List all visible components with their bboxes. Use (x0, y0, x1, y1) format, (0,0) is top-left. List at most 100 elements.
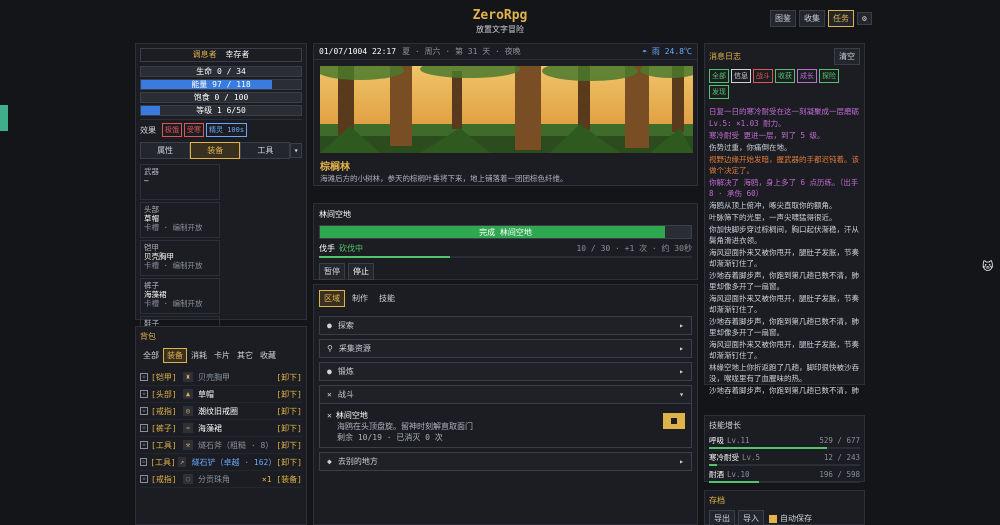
star-icon[interactable]: ☆ (140, 390, 148, 398)
bag-item[interactable]: ☆ [头部] ▲ 草帽 [卸下] (140, 386, 302, 403)
tab-skills[interactable]: 技能 (375, 291, 399, 306)
effect-badge[interactable]: 极饿 (162, 123, 182, 137)
bag-item-action[interactable]: ×1 [装备] (262, 474, 302, 485)
log-line: 沙地吞着脚步声，你跑到第几趟已数不清，肺里却像多开了一扇窗。 (709, 386, 859, 398)
activity-progress-label: 完成 林间空地 (479, 228, 532, 237)
enemy-remaining: 剩余 10/19 · 已消灭 0 次 (337, 433, 443, 442)
autosave-checkbox[interactable] (769, 514, 777, 523)
activity-progress: 完成 林间空地 (319, 225, 692, 239)
skill-value: 12 / 243 (823, 453, 860, 462)
star-icon[interactable]: ☆ (140, 424, 148, 432)
quest-button[interactable]: 任务 (828, 10, 854, 27)
skill-progress-fill (319, 256, 450, 258)
pause-button[interactable]: 暂停 (319, 263, 345, 280)
log-line: 伤势过重，你痛倒在地。 (709, 143, 792, 152)
stop-button[interactable]: 停止 (348, 263, 374, 280)
log-filter[interactable]: 战斗 (753, 69, 773, 83)
log-filter[interactable]: 信息 (731, 69, 751, 83)
log-line: 沙地吞着脚步声，你跑到第几趟已数不清，肺里却像多开了一扇窗。 (709, 317, 859, 337)
chevron-right-icon: ▸ (679, 321, 684, 330)
bag-item[interactable]: ☆ [戒指] ◎ 潮纹旧戒圈 [卸下] (140, 403, 302, 420)
bag-item[interactable]: ☆ [铠甲] ♜ 贝壳胸甲 [卸下] (140, 369, 302, 386)
bag-item-action[interactable]: [卸下] (276, 440, 302, 451)
item-type-icon: ▲ (183, 389, 193, 399)
tab-equipment[interactable]: 装备 (190, 142, 241, 159)
stat-bar: 饱食 0 / 100 (140, 92, 302, 103)
skill-progress (709, 464, 860, 466)
bag-item-action[interactable]: [卸下] (276, 423, 302, 434)
tab-craft[interactable]: 制作 (348, 291, 372, 306)
item-type-icon: ↗ (177, 457, 187, 467)
stat-bar-label: 生命 0 / 34 (196, 67, 246, 76)
import-button[interactable]: 导入 (738, 510, 764, 525)
tab-dropdown[interactable]: ▾ (290, 143, 302, 158)
equip-slot[interactable]: 铠甲 贝壳胸甲 卡槽 · 编制开放 (140, 240, 220, 276)
bag-tabs: 全部 装备 消耗 卡片 其它 收藏 (140, 348, 302, 363)
bag-item[interactable]: ☆ [工具] ⚒ 燧石斧（粗糙 · 8） [卸下] (140, 437, 302, 454)
chevron-right-icon: ▸ (679, 344, 684, 353)
bag-item[interactable]: ☆ [工具] ↗ 燧石铲（卓越 · 162） [卸下] (140, 454, 302, 471)
skill-level: Lv.10 (727, 470, 750, 479)
bag-tab[interactable]: 其它 (234, 349, 256, 362)
bag-tab[interactable]: 装备 (163, 348, 187, 363)
section-train[interactable]: ● 锻炼 ▸ (319, 362, 692, 381)
codex-button[interactable]: 图鉴 (770, 10, 796, 27)
equip-slot-name: 铠甲 (144, 243, 159, 252)
tab-area[interactable]: 区域 (319, 290, 345, 307)
log-filter[interactable]: 探险 (819, 69, 839, 83)
tab-tools[interactable]: 工具 (240, 142, 291, 159)
bag-item[interactable]: ☆ [戒指] ◌ 分贡珠角 ×1 [装备] (140, 471, 302, 488)
bag-tab[interactable]: 消耗 (188, 349, 210, 362)
log-filter[interactable]: 发现 (709, 85, 729, 99)
star-icon[interactable]: ☆ (140, 475, 148, 483)
bag-tab[interactable]: 卡片 (211, 349, 233, 362)
star-icon[interactable]: ☆ (140, 458, 148, 466)
export-button[interactable]: 导出 (709, 510, 735, 525)
item-type-icon: ◎ (183, 406, 193, 416)
bag-item-action[interactable]: [卸下] (276, 406, 302, 417)
star-icon[interactable]: ☆ (140, 407, 148, 415)
activity-title: 林间空地 (319, 210, 351, 219)
storage-title: 存档 (709, 496, 725, 505)
character-panel: 调息者 幸存者 生命 0 / 34 能量 97 / 118 饱食 0 / 100 等级… (135, 43, 307, 428)
effect-badge[interactable]: 受寒 (184, 123, 204, 137)
tab-attributes[interactable]: 属性 (140, 142, 191, 159)
goto-elsewhere[interactable]: ◆ 去别的地方 ▸ (319, 452, 692, 471)
log-filter[interactable]: 全部 (709, 69, 729, 83)
bag-tab[interactable]: 全部 (140, 349, 162, 362)
log-filter[interactable]: 成长 (797, 69, 817, 83)
cat-icon[interactable]: 🐱︎ (982, 260, 993, 273)
rain-icon: ☂ (642, 47, 652, 56)
log-line: 沙地吞着脚步声，你跑到第几趟已数不清，肺里却像多开了一扇窗。 (709, 271, 859, 291)
bag-tab[interactable]: 收藏 (257, 349, 279, 362)
bag-item-action[interactable]: [卸下] (276, 389, 302, 400)
chevron-right-icon: ▸ (679, 367, 684, 376)
clear-log-button[interactable]: 清空 (834, 48, 860, 65)
bag-item-tag: [头部] (151, 389, 177, 399)
log-list: 日复一日的寒冷耐受在这一刻凝聚成一层磨砺 Lv.5: ×1.03 耐力。 寒冷耐受 … (709, 106, 860, 398)
equip-slot-name: 武器 (144, 167, 159, 176)
bag-item-tag: [工具] (150, 457, 176, 467)
bag-item-action[interactable]: [卸下] (276, 372, 302, 383)
equip-slot[interactable]: 武器 — (140, 164, 220, 200)
activity-buttons: 暂停 停止 (319, 263, 692, 280)
bag-item[interactable]: ☆ [裤子] ♒ 海藻裙 [卸下] (140, 420, 302, 437)
bag-item-action[interactable]: [卸下] (276, 457, 302, 468)
section-gather[interactable]: ⚲ 采集资源 ▸ (319, 339, 692, 358)
fight-button[interactable] (663, 413, 685, 429)
skill-name: 寒冷耐受 (709, 453, 739, 462)
equip-slot[interactable]: 裤子 海藻裙 卡槽 · 编制开放 (140, 278, 220, 314)
section-combat[interactable]: ✕ 战斗 ▾ (319, 385, 692, 404)
section-explore[interactable]: ● 探索 ▸ (319, 316, 692, 335)
log-filters: 全部 信息 战斗 收获 成长 探险发现 (709, 69, 860, 101)
star-icon[interactable]: ☆ (140, 373, 148, 381)
effect-badge[interactable]: 精灵 100s (206, 123, 248, 137)
collection-button[interactable]: 收集 (799, 10, 825, 27)
equip-slot[interactable]: 头部 草帽 卡槽 · 编制开放 (140, 202, 220, 238)
side-drawer-tab[interactable] (0, 105, 8, 131)
log-line: 日复一日的寒冷耐受在这一刻凝聚成一层磨砺 (709, 107, 859, 116)
log-filter[interactable]: 收获 (775, 69, 795, 83)
settings-button[interactable]: ⚙ (857, 12, 872, 25)
skill-progress-fill (709, 447, 827, 449)
star-icon[interactable]: ☆ (140, 441, 148, 449)
